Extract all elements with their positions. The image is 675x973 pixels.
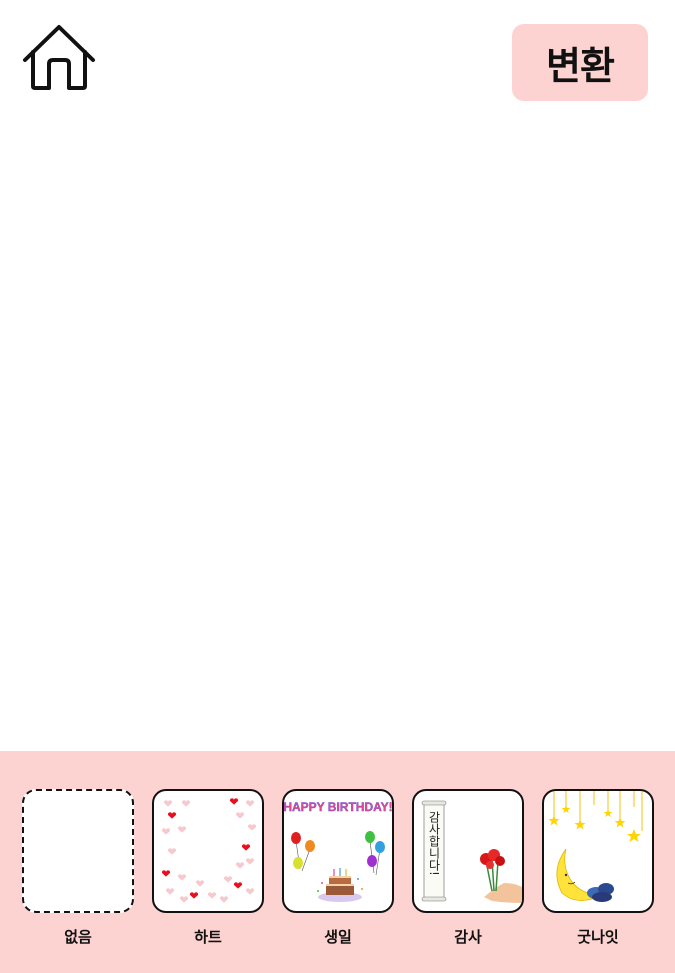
frame-option-goodnight[interactable]: 굿나잇	[542, 789, 654, 949]
heart-shape	[233, 882, 243, 889]
birthday-banner-text: HAPPY BIRTHDAY!	[284, 800, 392, 814]
heart-shape	[207, 892, 217, 899]
hearts-icon	[161, 798, 257, 903]
heart-shape	[181, 800, 191, 807]
empty-frame-thumbnail	[22, 789, 134, 913]
frame-option-thanks[interactable]: 감사합니다! 감사	[412, 789, 524, 949]
hearts-frame-thumbnail	[152, 789, 264, 913]
heart-shape	[245, 800, 255, 807]
moon-stars-frame-thumbnail	[542, 789, 654, 913]
thanks-frame-thumbnail: 감사합니다!	[412, 789, 524, 913]
heart-shape	[177, 826, 187, 833]
home-button[interactable]	[21, 24, 97, 92]
heart-shape	[241, 844, 251, 851]
frame-panel: 없음 하트 HAPPY BIRTHDAY! 생일 감사합니다! 감사 굿나잇	[0, 751, 675, 973]
heart-shape	[163, 800, 173, 807]
heart-shape	[177, 874, 187, 881]
heart-shape	[167, 812, 177, 819]
heart-shape	[195, 880, 205, 887]
frame-option-heart[interactable]: 하트	[152, 789, 264, 949]
frame-option-birthday[interactable]: HAPPY BIRTHDAY! 생일	[282, 789, 394, 949]
heart-shape	[165, 888, 175, 895]
heart-shape	[167, 848, 177, 855]
frame-option-none[interactable]: 없음	[22, 789, 134, 949]
frame-label-thanks: 감사	[454, 928, 482, 946]
heart-shape	[189, 892, 199, 899]
preview-area	[0, 110, 675, 750]
convert-button[interactable]: 변환	[512, 24, 648, 101]
home-icon	[23, 25, 95, 90]
flower-bouquet-icon: 감사합니다!	[421, 800, 522, 903]
frame-label-birthday: 생일	[324, 928, 352, 946]
frame-label-none: 없음	[64, 928, 92, 946]
heart-shape	[245, 888, 255, 895]
moon-icon	[548, 791, 643, 902]
heart-shape	[229, 798, 239, 805]
heart-shape	[219, 896, 229, 903]
heart-shape	[235, 862, 245, 869]
thanks-scroll-text: 감사합니다!	[427, 811, 441, 876]
heart-shape	[161, 870, 171, 877]
birthday-cake-icon: HAPPY BIRTHDAY!	[284, 800, 392, 902]
heart-shape	[235, 812, 245, 819]
heart-shape	[179, 896, 189, 903]
frame-label-goodnight: 굿나잇	[577, 928, 619, 946]
birthday-frame-thumbnail: HAPPY BIRTHDAY!	[282, 789, 394, 913]
heart-shape	[223, 876, 233, 883]
frame-label-heart: 하트	[194, 928, 222, 946]
heart-shape	[245, 858, 255, 865]
heart-shape	[247, 824, 257, 831]
heart-shape	[161, 828, 171, 835]
